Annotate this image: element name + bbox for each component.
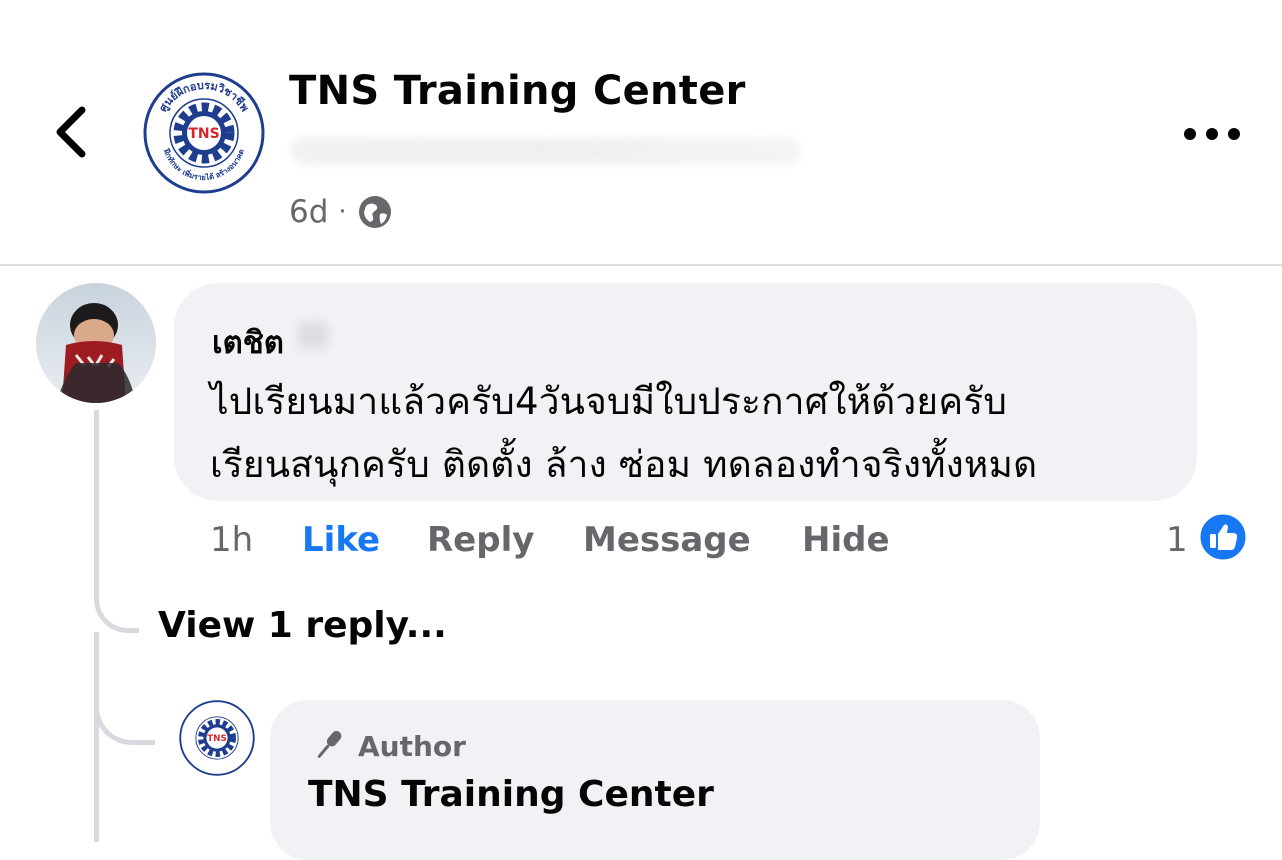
back-button[interactable]	[44, 100, 100, 164]
meta-separator: ·	[338, 197, 347, 227]
post-meta: 6d ·	[289, 192, 393, 232]
like-button[interactable]: Like	[302, 520, 380, 560]
blurred-name-suffix	[298, 322, 328, 348]
view-replies-link[interactable]: View 1 reply...	[158, 605, 447, 646]
section-divider	[0, 264, 1282, 266]
reply-author-avatar[interactable]: TNS	[179, 700, 255, 776]
reaction-count[interactable]: 1	[1166, 520, 1188, 560]
microphone-icon	[317, 731, 342, 758]
blurred-subtitle	[291, 138, 801, 164]
author-badge-label: Author	[358, 729, 466, 763]
comment-text-line2: เรียนสนุกครับ ติดตั้ง ล้าง ซ่อม ทดลองทำจ…	[210, 443, 1038, 486]
commenter-avatar[interactable]	[36, 283, 156, 403]
globe-icon	[358, 196, 391, 228]
thread-line	[94, 410, 139, 633]
comment-time: 1h	[210, 520, 254, 560]
post-time[interactable]: 6d	[289, 194, 328, 230]
thread-line-curve	[94, 660, 155, 745]
page-logo-avatar[interactable]: ศูนย์ฝึกอบรมวิชาชีพ ฝึกทักษะ เพิ่มรายได้…	[143, 72, 265, 194]
reply-button[interactable]: Reply	[427, 520, 534, 560]
reply-author-name[interactable]: TNS Training Center	[308, 774, 714, 815]
page-title[interactable]: TNS Training Center	[289, 68, 746, 114]
commenter-name[interactable]: เตชิต	[212, 317, 284, 367]
logo-text: TNS	[188, 126, 219, 142]
message-button[interactable]: Message	[583, 520, 751, 560]
more-dots-icon	[1184, 128, 1240, 140]
reply-logo-text: TNS	[207, 734, 227, 744]
comment-text-line1: ไปเรียนมาแล้วครับ4วันจบมีใบประกาศให้ด้วย…	[210, 380, 1008, 423]
thumbs-up-icon[interactable]	[1197, 511, 1249, 563]
hide-button[interactable]: Hide	[802, 520, 890, 560]
author-badge: Author	[308, 726, 466, 766]
more-options-button[interactable]	[1180, 118, 1244, 150]
chevron-left-icon	[56, 106, 86, 158]
